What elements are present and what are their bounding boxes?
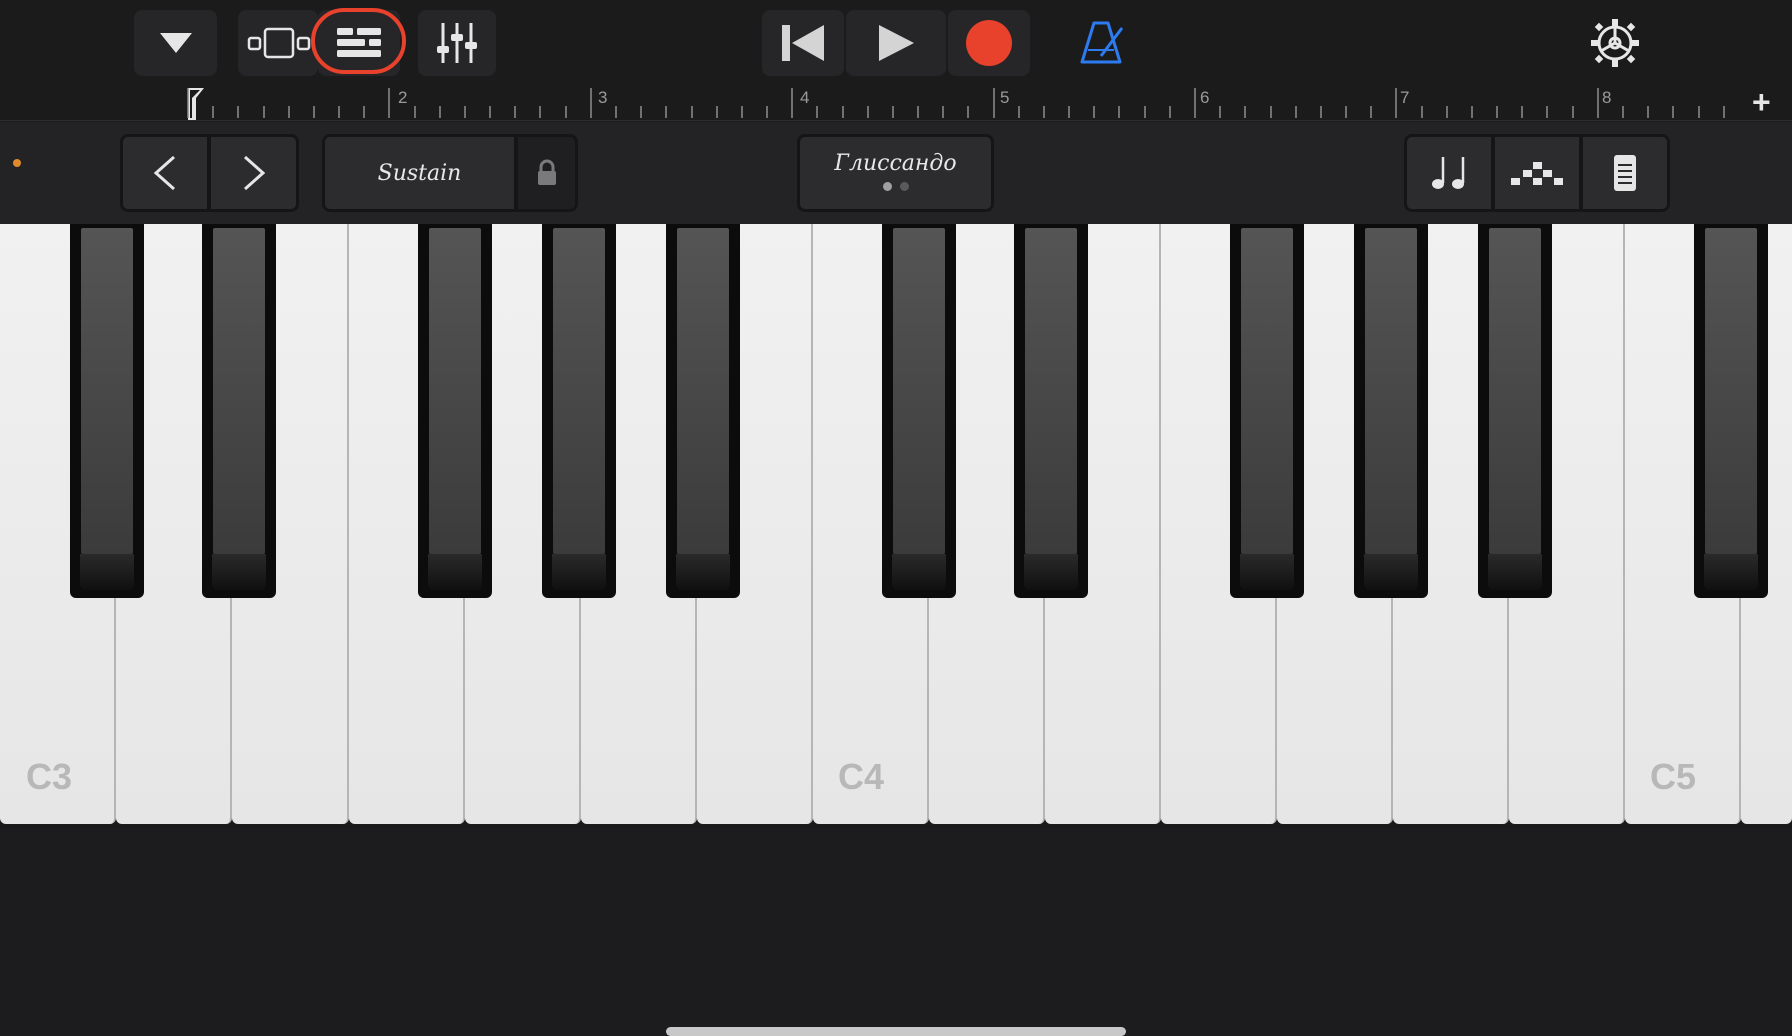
timeline-ruler[interactable]: 2 3 4 5 6 7 8 <box>0 88 1792 121</box>
home-indicator[interactable] <box>666 1027 1126 1036</box>
sliders-icon <box>437 23 477 63</box>
top-toolbar <box>0 0 1792 88</box>
octave-up-button[interactable] <box>208 134 299 212</box>
glissando-selector[interactable]: Глиссандо <box>797 134 994 212</box>
bar-number: 5 <box>1000 88 1010 107</box>
bar-number: 7 <box>1400 88 1410 107</box>
black-key[interactable] <box>418 224 492 598</box>
play-button[interactable] <box>846 10 946 76</box>
black-key[interactable] <box>666 224 740 598</box>
tracks-view-highlight-circle <box>311 8 406 74</box>
page-dot-active <box>882 182 892 191</box>
sustain-label: Sustain <box>377 160 462 186</box>
bar-number: 4 <box>800 88 810 107</box>
black-key[interactable] <box>202 224 276 598</box>
scale-dots-icon <box>1511 162 1563 185</box>
page-dots <box>882 182 909 191</box>
black-key[interactable] <box>1230 224 1304 598</box>
keyboard-layout-button[interactable] <box>1580 134 1670 212</box>
bar-number: 6 <box>1200 88 1210 107</box>
page-dot <box>899 182 909 191</box>
play-icon <box>879 25 914 61</box>
black-key[interactable] <box>1014 224 1088 598</box>
sustain-button[interactable]: Sustain <box>322 134 517 212</box>
mixer-button[interactable] <box>418 10 496 76</box>
octave-label-c4: C4 <box>838 756 885 797</box>
gear-icon <box>1591 19 1639 67</box>
skip-back-icon <box>782 25 824 61</box>
scale-button[interactable] <box>1492 134 1582 212</box>
octave-label-c3: C3 <box>26 756 73 797</box>
black-key[interactable] <box>1694 224 1768 598</box>
chevron-right-icon <box>243 155 265 191</box>
record-icon <box>966 20 1012 66</box>
black-key[interactable] <box>1478 224 1552 598</box>
ruler-ticks <box>187 88 1725 120</box>
view-toggle-button[interactable] <box>238 10 318 76</box>
sustain-lock-button[interactable] <box>515 134 578 212</box>
keyboard-controls-strip: Sustain Глиссандо <box>0 122 1792 224</box>
black-key[interactable] <box>70 224 144 598</box>
browser-dropdown-button[interactable] <box>134 10 217 76</box>
record-button[interactable] <box>948 10 1030 76</box>
black-key[interactable] <box>542 224 616 598</box>
bar-number: 8 <box>1602 88 1612 107</box>
musical-notes-icon <box>1432 157 1465 189</box>
octave-label-c5: C5 <box>1650 756 1697 797</box>
activity-indicator-dot <box>13 159 21 167</box>
lock-icon <box>537 159 556 185</box>
black-key[interactable] <box>882 224 956 598</box>
chevron-left-icon <box>153 155 175 191</box>
arpeggiator-button[interactable] <box>1404 134 1494 212</box>
metronome-button[interactable] <box>1078 20 1126 66</box>
go-to-beginning-button[interactable] <box>762 10 844 76</box>
glissando-label: Глиссандо <box>834 151 957 176</box>
add-section-button[interactable]: + <box>1752 86 1771 118</box>
triangle-down-icon <box>159 33 192 53</box>
keyboard-layout-icon <box>1614 155 1636 191</box>
metronome-icon <box>1080 21 1124 64</box>
bar-number: 3 <box>598 88 608 107</box>
view-icon <box>247 27 311 59</box>
bar-number: 2 <box>398 88 408 107</box>
black-key[interactable] <box>1354 224 1428 598</box>
settings-button[interactable] <box>1590 18 1640 68</box>
octave-down-button[interactable] <box>120 134 210 212</box>
piano-keyboard[interactable]: C3 C4 C5 <box>0 224 1792 1036</box>
